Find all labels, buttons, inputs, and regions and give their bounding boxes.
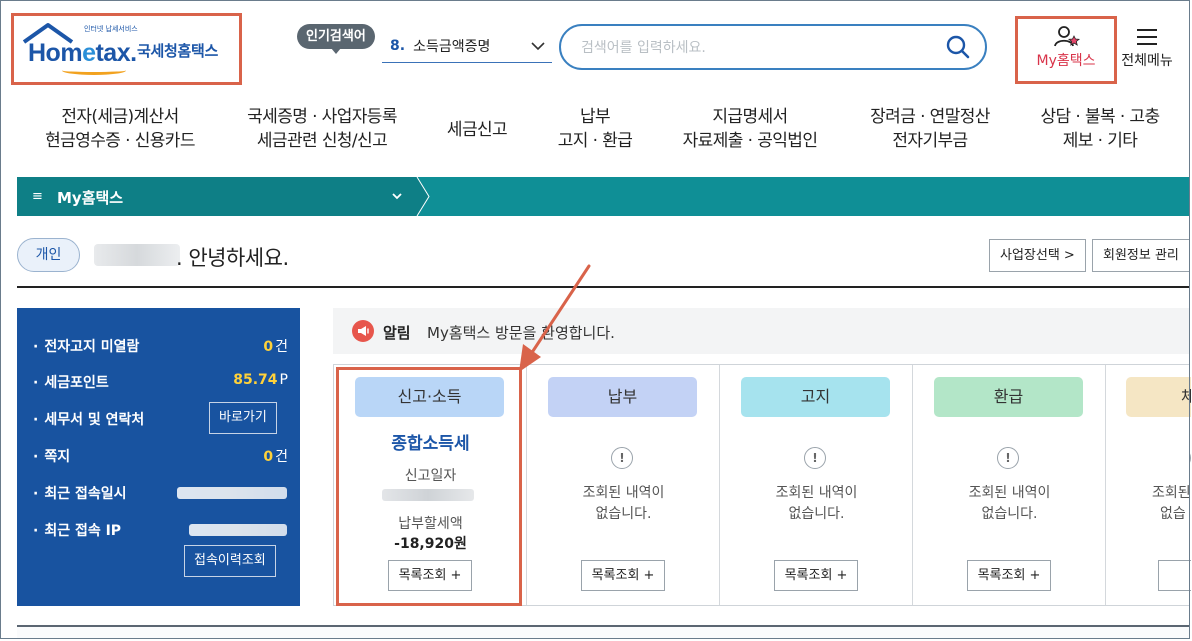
logo-org-name: 국세청홈택스 <box>137 42 219 60</box>
redacted-user-name <box>94 244 180 266</box>
all-menu-button[interactable]: 전체메뉴 <box>1116 24 1178 74</box>
section-divider <box>17 286 1190 288</box>
redacted-last-ip <box>189 524 287 536</box>
all-menu-label: 전체메뉴 <box>1121 53 1173 69</box>
search-box <box>559 24 987 70</box>
list-view-button[interactable]: 목록조회 + <box>967 560 1051 591</box>
card-tab-report[interactable]: 신고·소득 <box>355 377 504 417</box>
bottom-section-edge <box>17 625 1190 639</box>
search-input[interactable] <box>579 34 923 62</box>
card-report-income: 신고·소득 종합소득세 신고일자 납부할세액 -18,920원 목록조회 + <box>334 365 527 605</box>
chevron-down-icon <box>531 42 545 51</box>
card-date-label: 신고일자 <box>404 468 457 484</box>
card-tab-payment[interactable]: 납부 <box>548 377 697 417</box>
member-info-button[interactable]: 회원정보 관리 <box>1092 239 1190 272</box>
business-select-button[interactable]: 사업장선택 > <box>989 239 1086 272</box>
tax-office-shortcut-button[interactable]: 바로가기 <box>209 402 277 434</box>
summary-messages[interactable]: 쪽지 0건 <box>33 446 288 466</box>
logo-tagline: 인터넷 납세서비스 <box>84 25 138 33</box>
breadcrumb-bar: ≡ My홈택스 <box>17 177 1190 216</box>
hometax-logo[interactable]: 인터넷 납세서비스 Hometax. 국세청홈택스 <box>22 22 232 75</box>
exclamation-icon: ! <box>804 447 826 469</box>
redacted-last-login <box>177 487 287 499</box>
logo-wordmark: Hometax. <box>28 39 137 67</box>
megaphone-icon <box>352 320 374 342</box>
exclamation-icon: ! <box>997 447 1019 469</box>
notice-bar: 알림 My홈택스 방문을 환영합니다. <box>333 308 1190 354</box>
hamburger-icon <box>1137 29 1157 45</box>
breadcrumb-my-hometax[interactable]: ≡ My홈택스 <box>17 177 417 216</box>
popular-search-select[interactable]: 8. 소득금액증명 <box>382 30 552 63</box>
search-icon[interactable] <box>945 34 971 60</box>
menu-lines-icon: ≡ <box>32 189 43 204</box>
nav-item-e-invoice[interactable]: 전자(세금)계산서 현금영수증 · 신용카드 <box>30 105 210 153</box>
my-hometax-button[interactable]: My홈택스 <box>1022 20 1110 80</box>
card-amount-value: -18,920원 <box>394 536 467 552</box>
status-cards: 신고·소득 종합소득세 신고일자 납부할세액 -18,920원 목록조회 + 납… <box>333 364 1191 606</box>
card-notice: 고지 ! 조회된 내역이 없습니다. 목록조회 + <box>720 365 913 605</box>
nav-item-certificates[interactable]: 국세증명 · 사업자등록 세금관련 신청/신고 <box>232 105 412 153</box>
popular-rank: 8. <box>390 38 406 54</box>
chevron-down-icon <box>392 193 402 200</box>
exclamation-icon: ! <box>611 447 633 469</box>
card-payment: 납부 ! 조회된 내역이 없습니다. 목록조회 + <box>527 365 720 605</box>
breadcrumb-title: My홈택스 <box>57 189 124 207</box>
user-star-icon <box>1054 26 1081 47</box>
card-tax-title[interactable]: 종합소득세 <box>334 429 527 454</box>
nav-item-statements[interactable]: 지급명세서 자료제출 · 공익법인 <box>665 105 835 153</box>
nav-item-incentive[interactable]: 장려금 · 연말정산 전자기부금 <box>850 105 1010 153</box>
notice-label: 알림 <box>383 324 411 342</box>
summary-panel: 전자고지 미열람 0건 세금포인트 85.74P 세무서 및 연락처 바로가기 … <box>17 308 300 606</box>
card-tab-notice[interactable]: 고지 <box>741 377 890 417</box>
summary-unread-notice[interactable]: 전자고지 미열람 0건 <box>33 336 288 356</box>
nav-item-tax-filing[interactable]: 세금신고 <box>432 118 522 142</box>
greeting-text: . 안녕하세요. <box>176 246 289 270</box>
breadcrumb-separator <box>416 177 430 216</box>
logo-swoosh <box>62 66 126 75</box>
empty-message: 조회된 내역이 없습니다. <box>775 485 858 522</box>
card-amount-label: 납부할세액 <box>398 516 463 532</box>
card-refund: 환급 ! 조회된 내역이 없습니다. 목록조회 + <box>913 365 1106 605</box>
popular-term: 소득금액증명 <box>413 39 491 55</box>
empty-message: 조회된 없습 <box>1152 485 1191 522</box>
login-history-button[interactable]: 접속이력조회 <box>184 545 276 577</box>
summary-tax-point[interactable]: 세금포인트 85.74P <box>33 372 288 392</box>
empty-message: 조회된 내역이 없습니다. <box>968 485 1051 522</box>
popular-search-label: 인기검색어 <box>297 24 375 54</box>
annotation-arrow <box>519 264 591 372</box>
nav-item-consulting[interactable]: 상담 · 불복 · 고충 제보 · 기타 <box>1020 105 1180 153</box>
card-tab-other[interactable]: 체 <box>1126 377 1191 417</box>
list-view-button[interactable]: 목록조회 + <box>581 560 665 591</box>
my-hometax-label: My홈택스 <box>1036 53 1096 69</box>
exclamation-icon: ! <box>1190 447 1191 469</box>
card-tab-refund[interactable]: 환급 <box>934 377 1083 417</box>
card-other: 체 ! 조회된없습 목 <box>1106 365 1191 605</box>
list-view-button[interactable]: 목록조회 + <box>774 560 858 591</box>
main-nav: 전자(세금)계산서 현금영수증 · 신용카드 국세증명 · 사업자등록 세금관련 신… <box>0 105 1190 163</box>
nav-item-payment[interactable]: 납부 고지 · 환급 <box>540 105 650 153</box>
list-view-button[interactable]: 목 <box>1158 560 1191 591</box>
redacted-report-date <box>382 489 474 501</box>
list-view-button[interactable]: 목록조회 + <box>388 560 472 591</box>
empty-message: 조회된 내역이 없습니다. <box>582 485 665 522</box>
user-type-badge: 개인 <box>17 238 80 272</box>
